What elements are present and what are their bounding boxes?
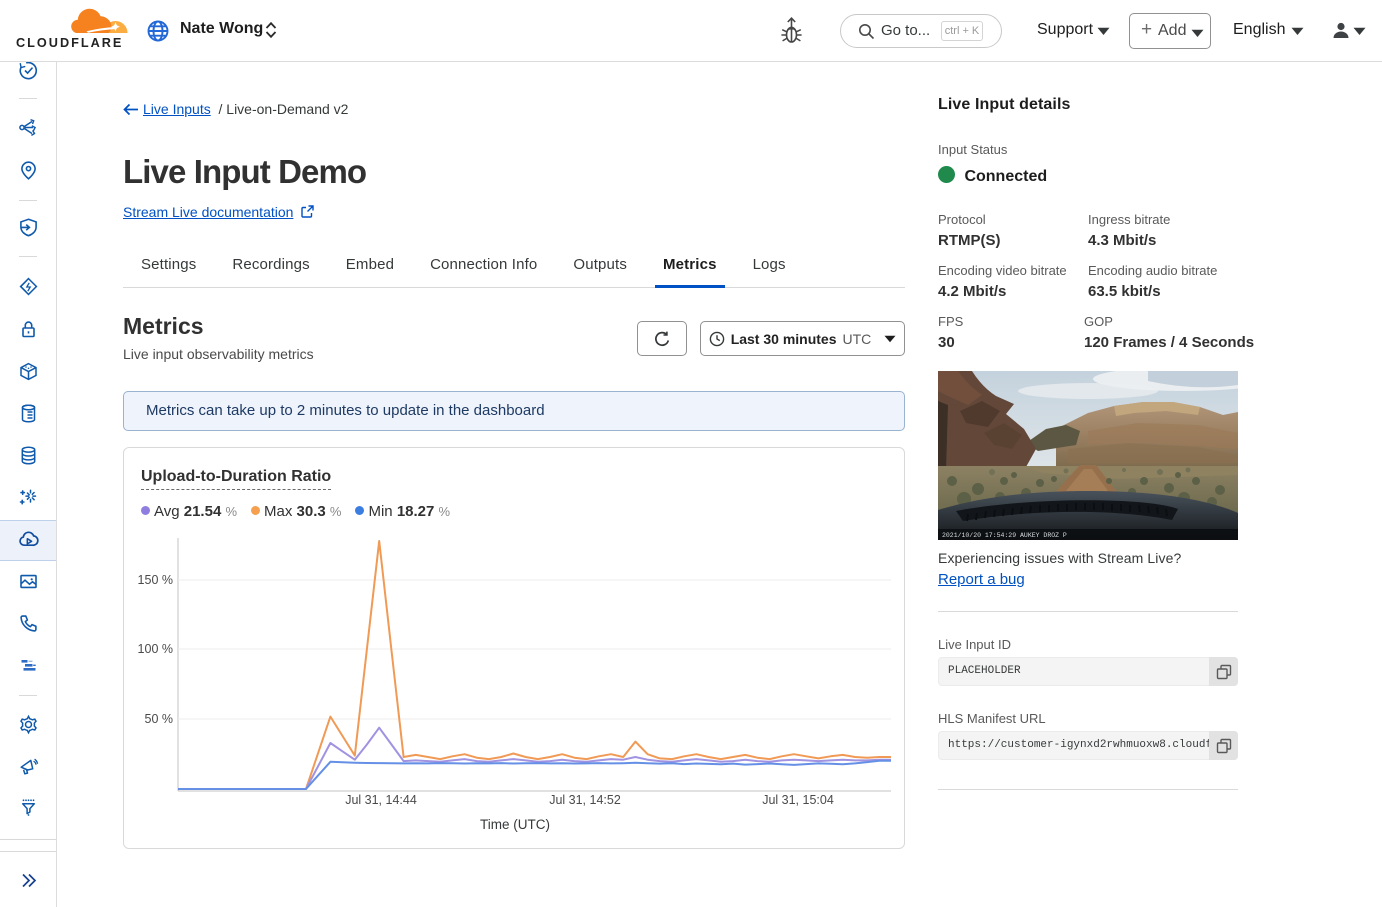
svg-text:100 %: 100 % xyxy=(138,642,173,656)
svg-text:Time (UTC): Time (UTC) xyxy=(480,817,550,832)
svg-text:2021/10/20 17:54:29 AUKEY DROZ: 2021/10/20 17:54:29 AUKEY DROZ P xyxy=(942,532,1067,539)
svg-text:CLOUDFLARE: CLOUDFLARE xyxy=(16,36,123,48)
svg-text:Jul 31, 14:52: Jul 31, 14:52 xyxy=(549,793,621,807)
svg-text:150 %: 150 % xyxy=(138,573,173,587)
svg-text:Jul 31, 15:04: Jul 31, 15:04 xyxy=(762,793,834,807)
svg-text:50 %: 50 % xyxy=(145,712,174,726)
svg-text:Jul 31, 14:44: Jul 31, 14:44 xyxy=(345,793,417,807)
